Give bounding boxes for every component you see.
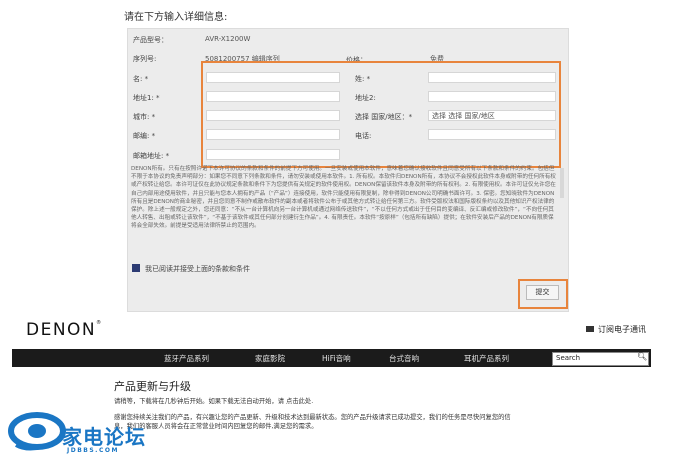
model-value: AVR-X1200W	[205, 35, 251, 43]
nav-home-theater[interactable]: 家庭影院	[255, 353, 285, 364]
registration-form-screenshot: 请在下方输入详细信息: 产品型号： AVR-X1200W 序列号: 508120…	[0, 0, 674, 318]
envelope-icon	[586, 325, 594, 332]
agree-label: 我已阅读并接受上面的条款和条件	[145, 265, 250, 273]
download-message: 请稍等，下载将在几秒钟后开始。如果下载无法自动开始，请 点击此处.	[114, 398, 314, 405]
thanks-message-line1: 感谢您持续关注我们的产品，有兴趣让您的产品更新、升级和技术达到最新状态。您的产品…	[114, 414, 511, 421]
nav-headphones[interactable]: 耳机产品系列	[464, 353, 509, 364]
search-icon[interactable]: 🔍︎	[637, 352, 647, 361]
denon-logo[interactable]: DENON®	[26, 320, 103, 340]
logo-mark: ®	[96, 320, 103, 326]
terms-scrollbar[interactable]	[560, 168, 564, 198]
nav-hifi[interactable]: HiFi音响	[322, 353, 351, 364]
submit-button[interactable]: 提交	[526, 285, 559, 300]
subscribe-label: 订阅电子通讯	[598, 325, 646, 334]
highlight-box	[201, 61, 561, 168]
page-title: 产品更新与升级	[114, 380, 191, 393]
agree-checkbox[interactable]	[132, 264, 140, 272]
first-name-label: 名: *	[133, 75, 149, 83]
watermark-logo-icon	[8, 412, 66, 451]
logo-text: DENON	[26, 320, 97, 340]
model-label: 产品型号：	[133, 36, 168, 44]
terms-text: DENON所有。只有在按照许诺下本许可协议的条款和条件的前提下方可使用。一旦安装…	[131, 166, 556, 230]
search-placeholder: Search	[556, 354, 581, 362]
nav-desktop-audio[interactable]: 台式音响	[389, 353, 419, 364]
form-heading: 请在下方输入详细信息:	[124, 12, 228, 23]
watermark-title: 家电论坛	[62, 425, 146, 449]
city-label: 城市: *	[133, 113, 156, 121]
serial-label: 序列号:	[133, 55, 157, 63]
zip-label: 邮编: *	[133, 132, 156, 140]
email-label: 邮箱地址: *	[133, 152, 170, 160]
nav-bluetooth[interactable]: 蓝牙产品系列	[164, 353, 209, 364]
subscribe-link[interactable]: 订阅电子通讯	[586, 324, 646, 335]
address1-label: 地址1: *	[133, 94, 160, 102]
watermark-url: JDBBS.COM	[67, 447, 119, 454]
